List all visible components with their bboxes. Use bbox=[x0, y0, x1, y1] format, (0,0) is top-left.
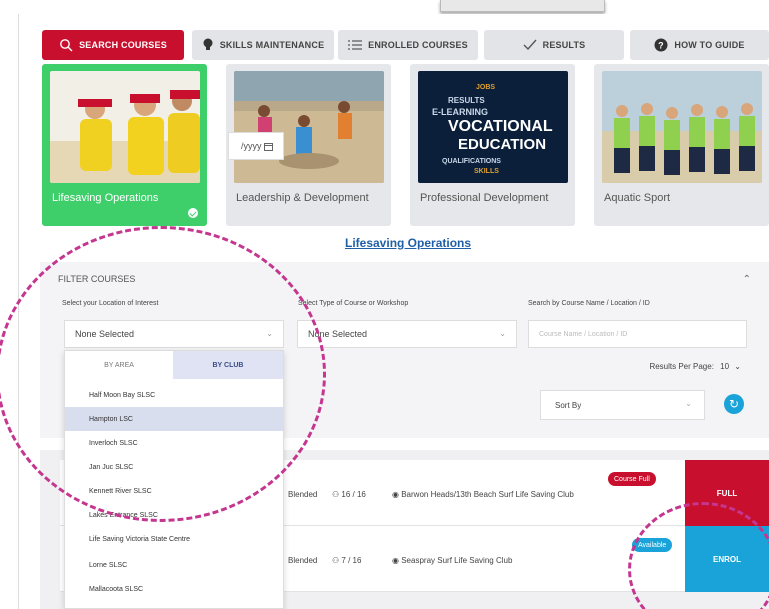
tab-results[interactable]: RESULTS bbox=[484, 30, 624, 60]
svg-text:VOCATIONAL: VOCATIONAL bbox=[448, 118, 553, 135]
full-button[interactable]: FULL bbox=[685, 460, 769, 526]
category-aquatic-sport[interactable]: Aquatic Sport bbox=[594, 64, 769, 226]
tab-how-to-guide[interactable]: ? HOW TO GUIDE bbox=[630, 30, 769, 60]
dropdown-item[interactable]: Mallacoota SLSC bbox=[65, 577, 283, 601]
search-placeholder: Course Name / Location / ID bbox=[539, 330, 628, 338]
chevron-down-icon: ⌄ bbox=[266, 329, 273, 338]
category-image: JOBS RESULTS E-LEARNING VOCATIONAL EDUCA… bbox=[418, 71, 568, 183]
category-label: Professional Development bbox=[420, 192, 549, 204]
dropdown-tab-by-club[interactable]: BY CLUB bbox=[173, 351, 283, 379]
sort-by-label: Sort By bbox=[555, 400, 582, 410]
svg-text:SKILLS: SKILLS bbox=[474, 168, 499, 175]
svg-text:E-LEARNING: E-LEARNING bbox=[432, 107, 488, 117]
tab-label: SKILLS MAINTENANCE bbox=[219, 40, 325, 50]
course-capacity: ⚇ 16 / 16 bbox=[332, 490, 366, 499]
lightbulb-icon bbox=[203, 38, 213, 50]
course-location: ◉ Barwon Heads/13th Beach Surf Life Savi… bbox=[392, 490, 574, 499]
search-label: Search by Course Name / Location / ID bbox=[528, 300, 650, 307]
category-label: Leadership & Development bbox=[236, 192, 369, 204]
location-dropdown: BY AREA BY CLUB Half Moon Bay SLSC Hampt… bbox=[64, 350, 284, 609]
status-badge: Available bbox=[632, 538, 673, 552]
category-lifesaving-operations[interactable]: Lifesaving Operations bbox=[42, 64, 207, 226]
chevron-down-icon: ⌄ bbox=[499, 329, 506, 338]
filter-title: FILTER COURSES bbox=[58, 274, 136, 284]
tab-label: HOW TO GUIDE bbox=[674, 40, 745, 50]
tab-label: SEARCH COURSES bbox=[79, 40, 167, 50]
results-per-page[interactable]: Results Per Page: 10 ⌄ bbox=[649, 362, 741, 371]
dropdown-item[interactable]: Lorne SLSC bbox=[65, 553, 283, 577]
calendar-icon bbox=[263, 142, 273, 151]
tab-label: ENROLLED COURSES bbox=[368, 40, 468, 50]
window-titlebar bbox=[440, 0, 605, 12]
location-pin-icon: ◉ bbox=[392, 490, 399, 499]
location-value: Barwon Heads/13th Beach Surf Life Saving… bbox=[401, 490, 574, 499]
results-per-page-label: Results Per Page: bbox=[649, 362, 714, 371]
course-type-select[interactable]: None Selected ⌄ bbox=[297, 320, 517, 348]
selected-check-icon bbox=[188, 208, 198, 218]
dropdown-item[interactable]: Inverloch SLSC bbox=[65, 431, 283, 455]
date-input-value: /yyyy bbox=[241, 141, 262, 151]
course-type-select-value: None Selected bbox=[308, 329, 368, 339]
tab-enrolled-courses[interactable]: ENROLLED COURSES bbox=[338, 30, 478, 60]
chevron-down-icon: ⌄ bbox=[734, 362, 741, 371]
dropdown-tab-by-area[interactable]: BY AREA bbox=[65, 351, 173, 379]
dropdown-item[interactable]: Half Moon Bay SLSC bbox=[65, 383, 283, 407]
status-badge: Course Full bbox=[608, 472, 656, 486]
svg-text:EDUCATION: EDUCATION bbox=[458, 136, 546, 153]
tab-search-courses[interactable]: SEARCH COURSES bbox=[42, 30, 184, 60]
location-label: Select your Location of Interest bbox=[62, 300, 159, 307]
course-mode: Blended bbox=[288, 490, 318, 499]
course-capacity: ⚇ 7 / 16 bbox=[332, 556, 361, 565]
category-professional-development[interactable]: JOBS RESULTS E-LEARNING VOCATIONAL EDUCA… bbox=[410, 64, 575, 226]
enrol-button[interactable]: ENROL bbox=[685, 526, 769, 592]
category-label: Aquatic Sport bbox=[604, 192, 671, 204]
dropdown-item[interactable]: Kennett River SLSC bbox=[65, 479, 283, 503]
course-type-label: Select Type of Course or Workshop bbox=[298, 300, 409, 307]
location-select[interactable]: None Selected ⌄ bbox=[64, 320, 284, 348]
section-title[interactable]: Lifesaving Operations bbox=[345, 236, 471, 250]
checkmark-icon bbox=[523, 39, 537, 51]
results-per-page-value: 10 bbox=[720, 362, 730, 371]
svg-text:QUALIFICATIONS: QUALIFICATIONS bbox=[442, 158, 501, 165]
course-mode: Blended bbox=[288, 556, 318, 565]
svg-text:?: ? bbox=[659, 41, 665, 51]
category-image bbox=[602, 71, 762, 183]
collapse-caret-icon[interactable]: ⌃ bbox=[743, 274, 751, 285]
chevron-down-icon: ⌄ bbox=[685, 399, 692, 408]
dropdown-item[interactable]: Jan Juc SLSC bbox=[65, 455, 283, 479]
people-icon: ⚇ bbox=[332, 490, 340, 499]
dropdown-item[interactable]: Hampton LSC bbox=[65, 407, 283, 431]
capacity-value: 7 / 16 bbox=[341, 556, 362, 565]
refresh-icon[interactable]: ↻ bbox=[724, 394, 744, 414]
capacity-value: 16 / 16 bbox=[341, 490, 366, 499]
question-icon: ? bbox=[654, 38, 668, 52]
category-image bbox=[234, 71, 384, 183]
svg-text:RESULTS: RESULTS bbox=[448, 96, 485, 105]
location-select-value: None Selected bbox=[75, 329, 135, 339]
location-value: Seaspray Surf Life Saving Club bbox=[401, 556, 513, 565]
category-label: Lifesaving Operations bbox=[52, 192, 159, 204]
svg-text:JOBS: JOBS bbox=[476, 84, 495, 91]
course-location: ◉ Seaspray Surf Life Saving Club bbox=[392, 556, 512, 565]
dropdown-item[interactable]: Lakes Entrance SLSC bbox=[65, 503, 283, 527]
category-image bbox=[50, 71, 200, 183]
tab-label: RESULTS bbox=[542, 40, 586, 50]
search-icon bbox=[60, 39, 73, 52]
location-pin-icon: ◉ bbox=[392, 556, 399, 565]
dropdown-item[interactable]: Life Saving Victoria State Centre bbox=[65, 527, 283, 551]
people-icon: ⚇ bbox=[332, 556, 340, 565]
list-icon bbox=[348, 40, 363, 50]
date-input[interactable]: /yyyy bbox=[228, 132, 284, 160]
tab-skills-maintenance[interactable]: SKILLS MAINTENANCE bbox=[192, 30, 334, 60]
sort-by-select[interactable]: Sort By ⌄ bbox=[540, 390, 705, 420]
search-input[interactable]: Course Name / Location / ID bbox=[528, 320, 747, 348]
